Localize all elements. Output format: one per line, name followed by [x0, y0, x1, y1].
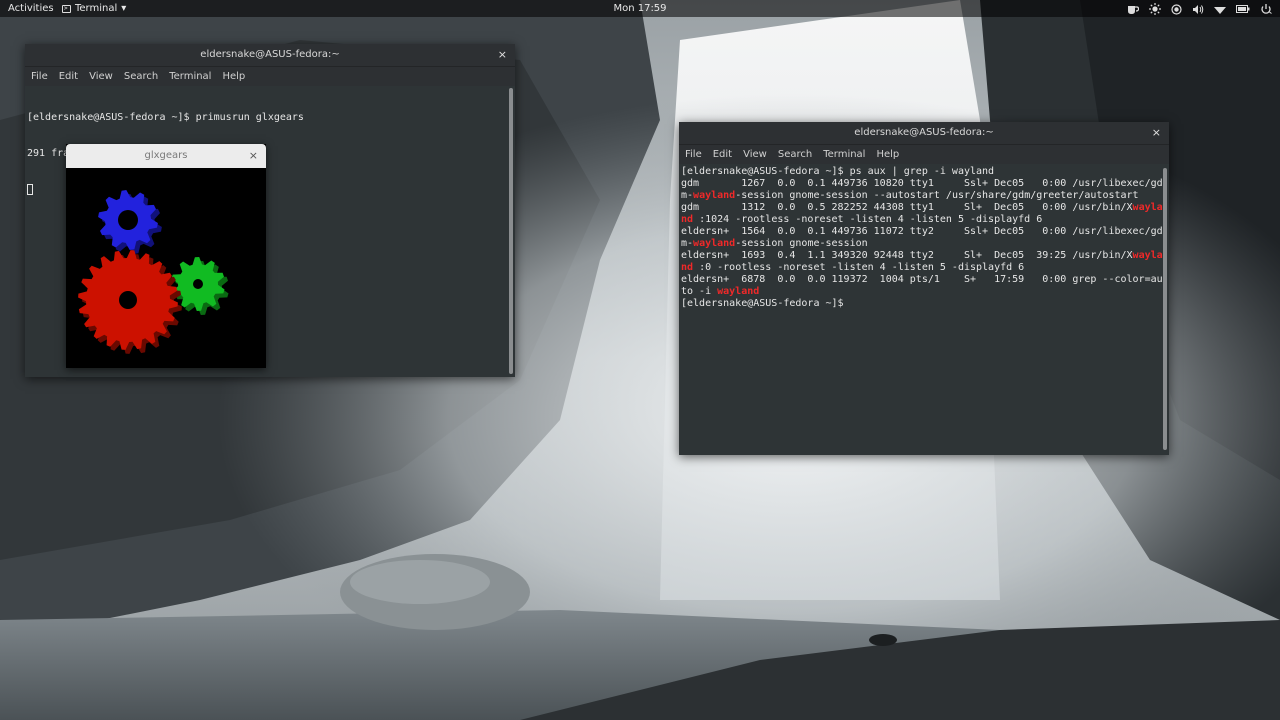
terminal-text: m- [681, 238, 694, 249]
brightness-icon[interactable] [1149, 3, 1161, 15]
terminal-line: to -i wayland [681, 286, 1167, 298]
terminal-line: nd :1024 -rootless -noreset -listen 4 -l… [681, 214, 1167, 226]
terminal-line: m-wayland-session gnome-session --autost… [681, 190, 1167, 202]
app-menu-terminal[interactable]: > Terminal ▾ [62, 0, 126, 17]
red-gear [78, 250, 182, 354]
terminal-text: :1024 -rootless -noreset -listen 4 -list… [693, 214, 1043, 225]
app-menu-label: Terminal [75, 3, 118, 14]
terminal-text: m- [681, 190, 694, 201]
window-title: glxgears [144, 150, 188, 161]
menu-search[interactable]: Search [778, 145, 812, 164]
menu-edit[interactable]: Edit [713, 145, 732, 164]
terminal-text: eldersn+ 1564 0.0 0.1 449736 11072 tty2 … [681, 226, 1163, 237]
terminal-line: eldersn+ 1693 0.4 1.1 349320 92448 tty2 … [681, 250, 1167, 262]
chevron-down-icon: ▾ [121, 3, 127, 14]
coffee-cup-icon[interactable] [1127, 4, 1139, 15]
terminal-line: eldersn+ 1564 0.0 0.1 449736 11072 tty2 … [681, 226, 1167, 238]
menu-help[interactable]: Help [876, 145, 899, 164]
menu-view[interactable]: View [89, 67, 113, 86]
record-icon[interactable] [1171, 3, 1182, 15]
terminal-text: -session gnome-session [735, 238, 868, 249]
match-highlight: wayland [693, 238, 736, 249]
terminal-text: :0 -rootless -noreset -listen 4 -listen … [693, 262, 1025, 273]
menu-bar: File Edit View Search Terminal Help [25, 67, 515, 86]
close-icon[interactable]: × [249, 144, 258, 168]
volume-icon[interactable] [1192, 4, 1204, 15]
text-cursor [27, 184, 33, 195]
battery-icon[interactable] [1236, 4, 1250, 14]
menu-search[interactable]: Search [124, 67, 158, 86]
terminal-line: [eldersnake@ASUS-fedora ~]$ ps aux | gre… [681, 166, 1167, 178]
terminal-output[interactable]: [eldersnake@ASUS-fedora ~]$ ps aux | gre… [679, 164, 1169, 455]
menu-file[interactable]: File [685, 145, 702, 164]
menu-terminal[interactable]: Terminal [169, 67, 211, 86]
top-bar: Activities > Terminal ▾ Mon 17:59 [0, 0, 1280, 17]
menu-bar: File Edit View Search Terminal Help [679, 145, 1169, 164]
terminal-line: eldersn+ 6878 0.0 0.0 119372 1004 pts/1 … [681, 274, 1167, 286]
terminal-text: [eldersnake@ASUS-fedora ~]$ ps aux | gre… [681, 166, 995, 177]
terminal-line: [eldersnake@ASUS-fedora ~]$ primusrun gl… [27, 112, 304, 123]
blue-gear [98, 190, 162, 254]
menu-view[interactable]: View [743, 145, 767, 164]
terminal-text: eldersn+ 1693 0.4 1.1 349320 92448 tty2 … [681, 250, 1133, 261]
terminal-window-right[interactable]: eldersnake@ASUS-fedora:~ × File Edit Vie… [679, 122, 1169, 455]
clock[interactable]: Mon 17:59 [613, 3, 666, 14]
terminal-text: to -i [681, 286, 718, 297]
menu-file[interactable]: File [31, 67, 48, 86]
terminal-line: gdm 1267 0.0 0.1 449736 10820 tty1 Ssl+ … [681, 178, 1167, 190]
terminal-icon: > [62, 4, 71, 13]
terminal-text: gdm 1312 0.0 0.5 282252 44308 tty1 Sl+ D… [681, 202, 1133, 213]
terminal-line: [eldersnake@ASUS-fedora ~]$ [681, 298, 1167, 310]
match-highlight: nd [681, 214, 694, 225]
scrollbar[interactable] [509, 88, 513, 374]
terminal-text: eldersn+ 6878 0.0 0.0 119372 1004 pts/1 … [681, 274, 1163, 285]
window-titlebar[interactable]: eldersnake@ASUS-fedora:~ × [25, 44, 515, 67]
close-icon[interactable]: × [1152, 122, 1161, 144]
wifi-icon[interactable] [1214, 4, 1226, 15]
terminal-line: nd :0 -rootless -noreset -listen 4 -list… [681, 262, 1167, 274]
match-highlight: wayland [717, 286, 760, 297]
menu-terminal[interactable]: Terminal [823, 145, 865, 164]
window-title: eldersnake@ASUS-fedora:~ [854, 127, 994, 138]
gears-render [78, 190, 229, 354]
match-highlight: wayla [1132, 250, 1163, 261]
close-icon[interactable]: × [498, 44, 507, 66]
terminal-line: gdm 1312 0.0 0.5 282252 44308 tty1 Sl+ D… [681, 202, 1167, 214]
terminal-text: [eldersnake@ASUS-fedora ~]$ [681, 298, 850, 309]
match-highlight: nd [681, 262, 694, 273]
menu-edit[interactable]: Edit [59, 67, 78, 86]
match-highlight: wayla [1132, 202, 1163, 213]
activities-button[interactable]: Activities [8, 0, 54, 17]
terminal-text: -session gnome-session --autostart /usr/… [735, 190, 1139, 201]
window-titlebar[interactable]: glxgears × [66, 144, 266, 168]
glxgears-window[interactable]: glxgears × [66, 144, 266, 368]
match-highlight: wayland [693, 190, 736, 201]
terminal-text: gdm 1267 0.0 0.1 449736 10820 tty1 Ssl+ … [681, 178, 1163, 189]
menu-help[interactable]: Help [222, 67, 245, 86]
system-tray[interactable] [1127, 3, 1272, 15]
power-icon[interactable] [1260, 3, 1272, 15]
window-title: eldersnake@ASUS-fedora:~ [200, 49, 340, 60]
terminal-line: m-wayland-session gnome-session [681, 238, 1167, 250]
scrollbar[interactable] [1163, 168, 1167, 450]
window-titlebar[interactable]: eldersnake@ASUS-fedora:~ × [679, 122, 1169, 145]
